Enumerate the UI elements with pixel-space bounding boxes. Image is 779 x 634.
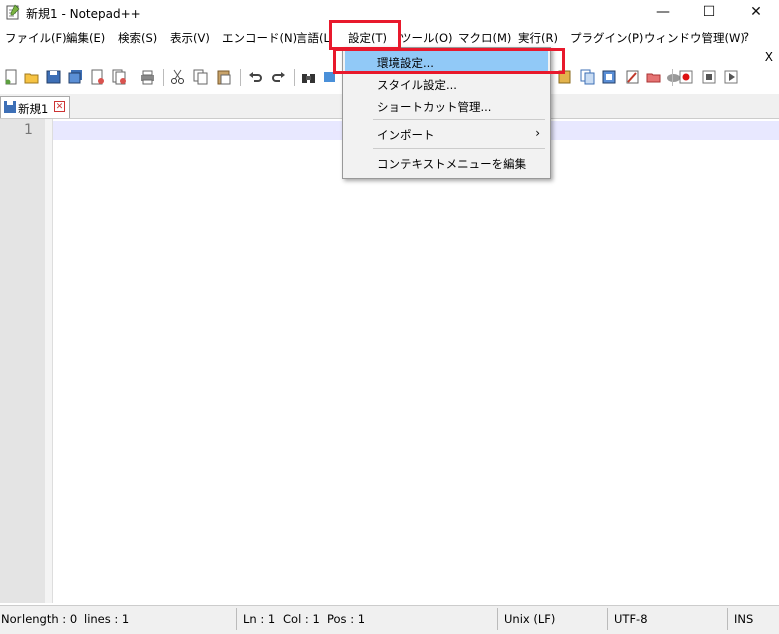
menu-item-shortcut-mapper[interactable]: ショートカット管理... (345, 94, 548, 118)
folder-icon[interactable] (646, 69, 661, 85)
minimize-button[interactable]: — (640, 0, 686, 26)
menu-run[interactable]: 実行(R) (518, 30, 558, 46)
status-insert-mode: INS (734, 612, 754, 626)
tab-label: 新規1 (18, 102, 49, 116)
monitoring-icon[interactable] (625, 69, 640, 85)
open-file-icon[interactable] (24, 69, 39, 85)
close-button[interactable]: ✕ (733, 0, 779, 26)
menu-search[interactable]: 検索(S) (118, 30, 157, 46)
menu-item-import[interactable]: インポート › (345, 122, 548, 146)
maximize-button[interactable]: ☐ (686, 0, 732, 26)
tab-new1[interactable]: 新規1 ✕ (0, 96, 70, 118)
redo-icon[interactable] (271, 69, 286, 85)
save-icon[interactable] (46, 69, 61, 85)
record-macro-icon[interactable] (679, 69, 694, 85)
copy-icon[interactable] (193, 69, 208, 85)
menu-help[interactable]: ? (743, 30, 749, 44)
menu-language[interactable]: 言語(L) (296, 30, 332, 46)
cut-icon[interactable] (170, 69, 185, 85)
menu-view[interactable]: 表示(V) (170, 30, 210, 46)
save-icon (4, 101, 16, 113)
stop-macro-icon[interactable] (702, 69, 717, 85)
menu-window[interactable]: ウィンドウ管理(W) (644, 30, 745, 46)
save-all-icon[interactable] (68, 69, 83, 85)
status-lines: lines : 1 (84, 612, 130, 626)
chevron-right-icon: › (535, 126, 540, 140)
menu-file[interactable]: ファイル(F) (5, 30, 67, 46)
paste-icon[interactable] (216, 69, 231, 85)
menu-edit[interactable]: 編集(E) (66, 30, 105, 46)
preferences-highlight-box (333, 48, 565, 74)
window-title: 新規1 - Notepad++ (26, 7, 141, 21)
notepad-app-icon (6, 4, 20, 20)
folder-workspace-icon[interactable] (602, 69, 617, 85)
status-eol: Unix (LF) (504, 612, 556, 626)
find-icon[interactable] (301, 69, 316, 85)
line-number-gutter (0, 119, 45, 603)
menu-separator (373, 119, 545, 120)
menu-tools[interactable]: ツール(O) (400, 30, 453, 46)
menu-plugins[interactable]: プラグイン(P) (570, 30, 643, 46)
status-ln: Ln : 1 (243, 612, 276, 626)
close-file-icon[interactable] (90, 69, 105, 85)
menu-encoding[interactable]: エンコード(N) (222, 30, 297, 46)
menu-separator (373, 148, 545, 149)
new-file-icon[interactable] (4, 69, 19, 85)
tab-close-icon[interactable]: ✕ (54, 101, 65, 112)
fold-margin (45, 119, 53, 603)
menu-item-style-configurator[interactable]: スタイル設定... (345, 72, 548, 96)
menu-item-edit-context-menu[interactable]: コンテキストメニューを編集 (345, 151, 548, 175)
status-col: Col : 1 (283, 612, 320, 626)
status-pos: Pos : 1 (327, 612, 366, 626)
editor-text-area[interactable] (53, 119, 779, 603)
status-length: length : 0 (22, 612, 78, 626)
print-icon[interactable] (140, 69, 155, 85)
settings-menu-highlight-box (329, 20, 401, 50)
line-number: 1 (24, 122, 33, 138)
play-macro-icon[interactable] (724, 69, 739, 85)
menu-macro[interactable]: マクロ(M) (458, 30, 511, 46)
status-bar: Nor length : 0 lines : 1 Ln : 1 Col : 1 … (0, 605, 779, 634)
undo-icon[interactable] (248, 69, 263, 85)
function-list-icon[interactable] (580, 69, 595, 85)
status-file-type: Nor (1, 612, 22, 626)
close-document-button[interactable]: X (765, 50, 773, 64)
status-encoding: UTF-8 (614, 612, 648, 626)
close-all-icon[interactable] (112, 69, 127, 85)
